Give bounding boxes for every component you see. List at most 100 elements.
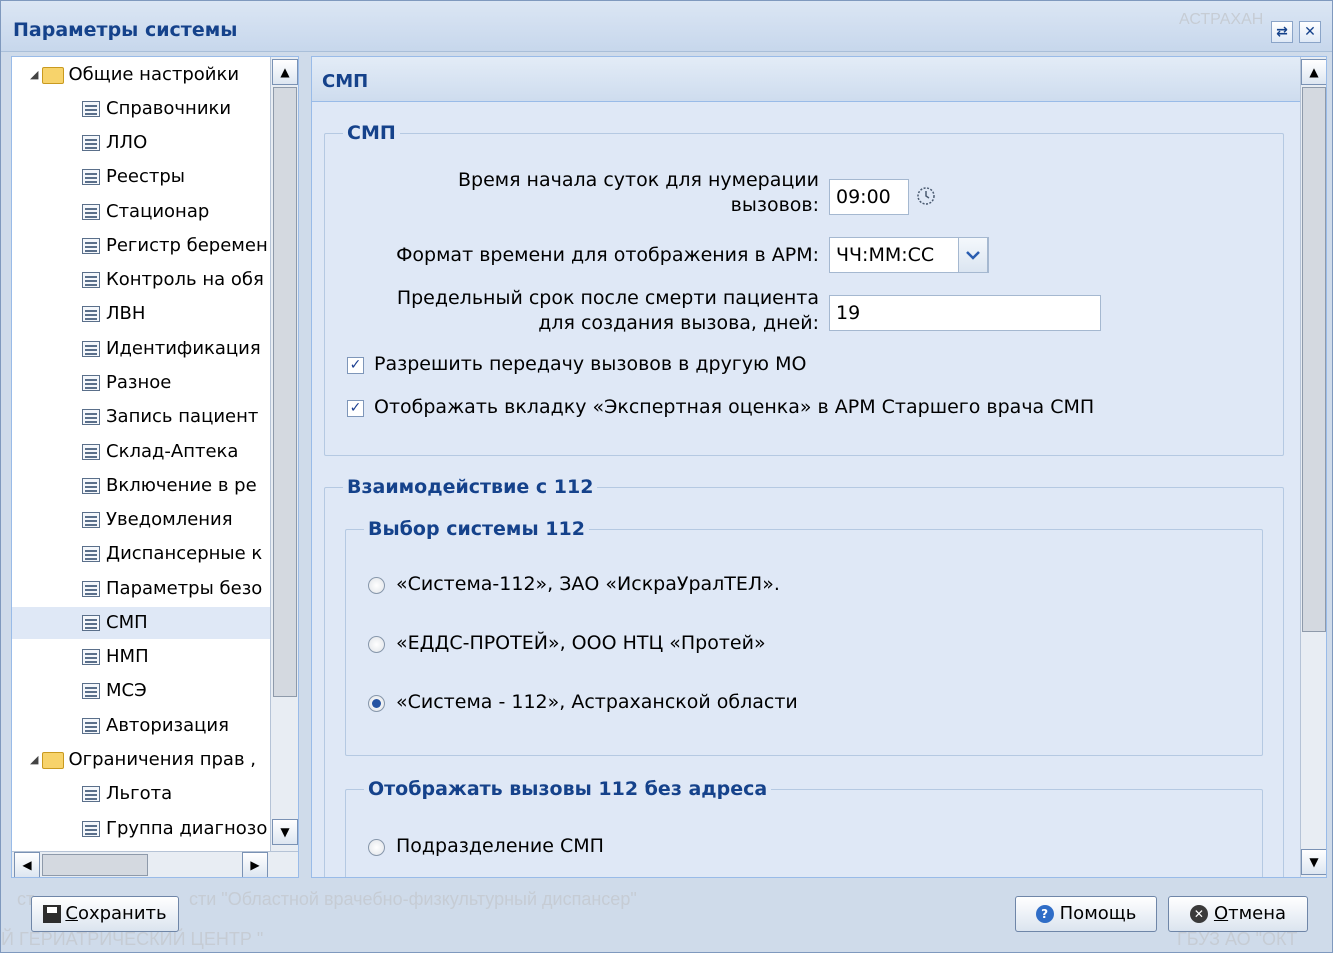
chevron-down-icon[interactable] [958, 237, 988, 273]
radio-label: «ЕДДС-ПРОТЕЙ», ООО НТЦ «Протей» [396, 632, 766, 654]
tree-item[interactable]: Регистр беремен [82, 230, 268, 262]
scroll-right-icon[interactable]: ▶ [242, 852, 268, 877]
tree-item[interactable]: Диспансерные к [82, 538, 262, 570]
document-icon [82, 169, 100, 185]
panel-vertical-scrollbar[interactable]: ▲ ▼ [1300, 57, 1326, 877]
tree-item[interactable]: Параметры безо [82, 573, 262, 605]
scroll-up-icon[interactable]: ▲ [272, 59, 298, 85]
button-accelerator: С [65, 903, 78, 924]
tree-item[interactable]: Включение в ре [82, 470, 257, 502]
scrollbar-thumb[interactable] [273, 87, 297, 697]
show-expert-checkbox[interactable]: ✓ [347, 400, 364, 417]
no-address-fieldset: Отображать вызовы 112 без адреса [345, 778, 1263, 877]
collapse-triangle-icon[interactable]: ◢ [30, 744, 38, 776]
button-label: тмена [1228, 903, 1287, 924]
tree-item[interactable]: Контроль на обя [82, 264, 264, 296]
label-line: для создания вызова, дней: [538, 312, 819, 334]
system-112-radio-iskra[interactable] [368, 577, 385, 594]
document-icon [82, 341, 100, 357]
tree-item[interactable]: НМП [82, 641, 149, 673]
tree-item-label: Справочники [106, 98, 232, 119]
scrollbar-thumb[interactable] [42, 854, 148, 876]
tree-item-label: Авторизация [106, 715, 229, 736]
fieldset-legend: Выбор системы 112 [368, 518, 585, 540]
tree-item[interactable]: Склад-Аптека [82, 436, 238, 468]
save-button[interactable]: Сохранить [31, 896, 179, 932]
document-icon [82, 683, 100, 699]
tree-item-label: Льгота [106, 783, 173, 804]
close-icon[interactable]: ✕ [1299, 21, 1321, 43]
tree-item-smp[interactable]: СМП [12, 607, 270, 639]
tree-item[interactable]: ЛВН [82, 298, 145, 330]
start-time-label: Время начала суток для нумерации вызовов… [332, 168, 819, 218]
scroll-left-icon[interactable]: ◀ [14, 852, 40, 877]
tree-group-restrictions[interactable]: ◢ Ограничения прав , [30, 744, 256, 776]
document-icon [82, 718, 100, 734]
scroll-down-icon[interactable]: ▼ [1301, 849, 1326, 875]
no-address-radio-smp[interactable] [368, 839, 385, 856]
tree-item[interactable]: Льгота [82, 778, 172, 810]
field-value: 09:00 [836, 186, 891, 208]
start-time-input[interactable]: 09:00 [829, 179, 935, 215]
document-icon [82, 821, 100, 837]
background-ghost-text: Й ГЕРИАТРИЧЕСКИЙ ЦЕНТР " [1, 929, 264, 949]
tree-group-general[interactable]: ◢ Общие настройки [30, 59, 239, 91]
tree-item[interactable]: Авторизация [82, 710, 229, 742]
panel-title: СМП [322, 71, 369, 92]
collapse-triangle-icon[interactable]: ◢ [30, 59, 38, 91]
tree-item[interactable]: Группа диагнозо [82, 813, 267, 845]
system-112-radio-protei[interactable] [368, 636, 385, 653]
button-label: Помощь [1059, 903, 1137, 924]
document-icon [82, 786, 100, 802]
restore-icon[interactable]: ⇄ [1271, 21, 1293, 43]
tree-item-label: Идентификация [106, 338, 261, 359]
tree-item[interactable]: Реестры [82, 161, 185, 193]
document-icon [82, 581, 100, 597]
folder-open-icon [42, 751, 65, 769]
tree-item[interactable]: ЛЛО [82, 127, 147, 159]
document-icon [82, 409, 100, 425]
allow-transfer-label: Разрешить передачу вызовов в другую МО [374, 353, 807, 375]
tree-horizontal-scrollbar[interactable]: ◀ ▶ [12, 851, 298, 877]
help-button[interactable]: ? Помощь [1015, 896, 1157, 932]
title-bar: Параметры системы АСТРАХАН ⇄ ✕ [1, 1, 1332, 52]
tree-item-label: НМП [106, 646, 149, 667]
label-line: вызовов: [730, 194, 819, 216]
panel-header: СМП [312, 57, 1300, 102]
scroll-up-icon[interactable]: ▲ [1301, 59, 1326, 85]
help-icon: ? [1035, 905, 1054, 923]
tree-item-label: Регистр беремен [106, 235, 268, 256]
radio-label: «Система-112», ЗАО «ИскраУралТЕЛ». [396, 573, 780, 595]
tree-item[interactable]: Идентификация [82, 333, 261, 365]
cancel-button[interactable]: ✕ Отмена [1168, 896, 1308, 932]
tree-item[interactable]: Уведомления [82, 504, 233, 536]
scrollbar-thumb[interactable] [1302, 87, 1326, 632]
tree-item-label: Стационар [106, 201, 210, 222]
death-limit-input[interactable]: 19 [829, 295, 1101, 331]
tree-group-label: Ограничения прав , [68, 749, 257, 770]
tree-item[interactable]: Запись пациент [82, 401, 258, 433]
document-icon [82, 375, 100, 391]
tree-item-label: Разное [106, 372, 172, 393]
tree-item-label: Параметры безо [106, 578, 263, 599]
clock-icon[interactable] [908, 179, 944, 215]
smp-panel: СМП СМП Время начала суток для нумерации… [311, 56, 1327, 878]
tree-vertical-scrollbar[interactable]: ▲ ▼ [270, 57, 298, 851]
system-112-radio-astrakhan[interactable] [368, 695, 385, 712]
document-icon [82, 444, 100, 460]
document-icon [82, 512, 100, 528]
tree-item[interactable]: Стационар [82, 196, 209, 228]
folder-open-icon [42, 66, 65, 84]
background-ghost-text: ГБУЗ АО "ОКТ [1177, 929, 1298, 949]
tree-item[interactable]: Разное [82, 367, 171, 399]
tree-item[interactable]: Справочники [82, 93, 231, 125]
time-format-select[interactable]: ЧЧ:ММ:СС [829, 237, 989, 273]
background-ghost-text: АСТРАХАН [1179, 11, 1264, 28]
tree-item-label: Запись пациент [106, 406, 259, 427]
allow-transfer-checkbox[interactable]: ✓ [347, 357, 364, 374]
tree-item[interactable]: МСЭ [82, 675, 147, 707]
death-limit-label: Предельный срок после смерти пациента дл… [332, 286, 819, 336]
document-icon [82, 101, 100, 117]
scroll-down-icon[interactable]: ▼ [272, 819, 298, 845]
radio-label: «Система - 112», Астраханской области [396, 691, 798, 713]
